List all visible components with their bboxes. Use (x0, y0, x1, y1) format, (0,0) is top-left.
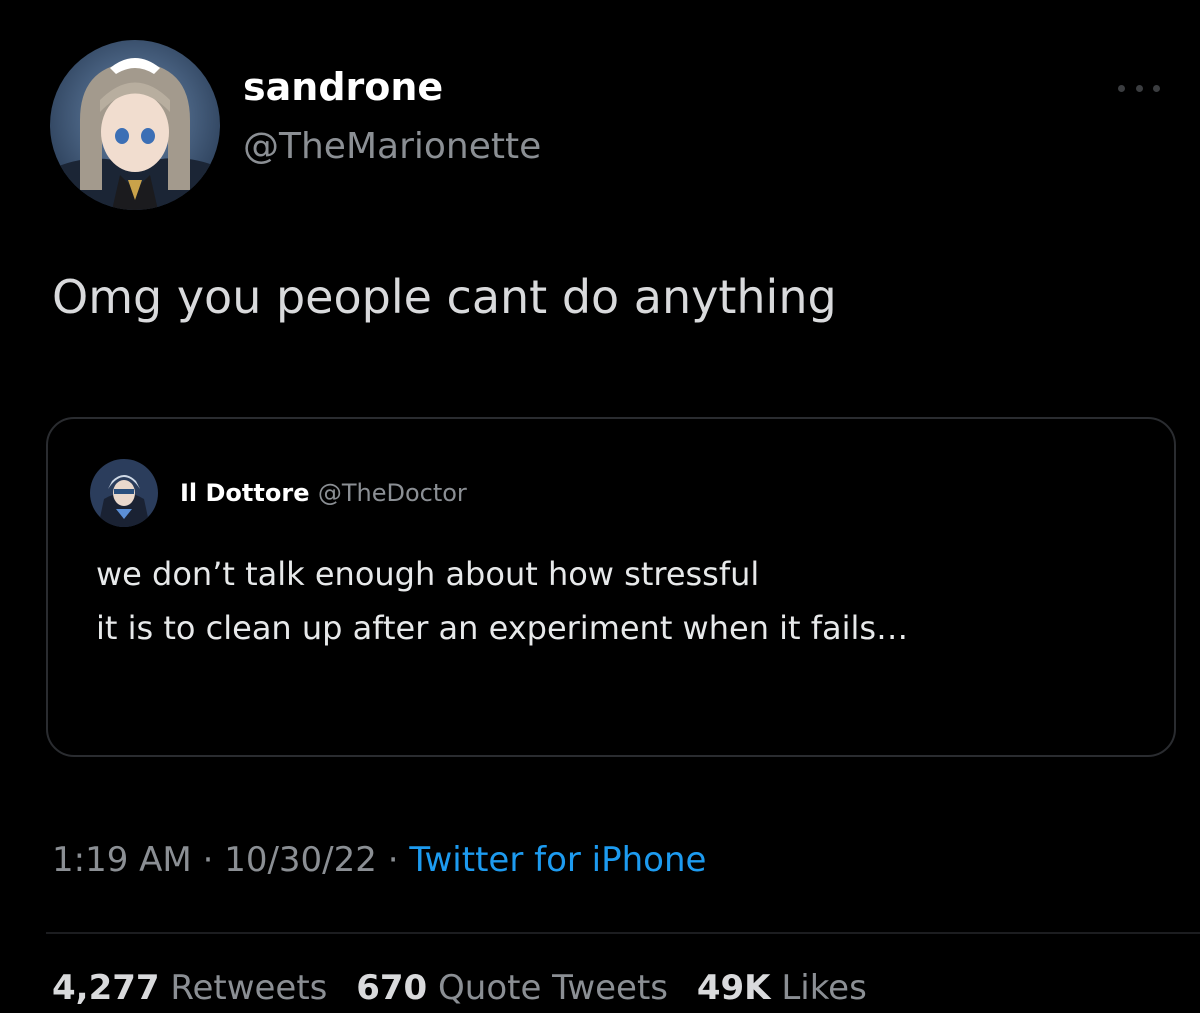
tweet-text: Omg you people cant do anything (52, 270, 837, 324)
divider (46, 932, 1200, 934)
dot-icon (1153, 84, 1160, 92)
likes-count: 49K (696, 968, 771, 1008)
tweet-meta: 1:19 AM · 10/30/22 · Twitter for iPhone (52, 840, 706, 880)
quoted-author-name: Il Dottore (180, 479, 310, 507)
dot-icon (1135, 84, 1143, 92)
quoted-tweet[interactable]: Il Dottore @TheDoctor we don’t talk enou… (46, 417, 1176, 757)
tweet-source-link[interactable]: Twitter for iPhone (409, 840, 706, 880)
likes-stat[interactable]: 49K Likes (697, 968, 867, 1008)
quoted-author-avatar[interactable] (90, 459, 158, 527)
quoted-author[interactable]: Il Dottore @TheDoctor (180, 479, 467, 507)
quoted-tweet-text: we don’t talk enough about how stressful… (96, 547, 1156, 655)
author-handle[interactable]: @TheMarionette (243, 126, 541, 167)
dot-icon (1118, 84, 1125, 92)
quoted-author-handle: @TheDoctor (317, 479, 467, 507)
quote-tweets-label: Quote Tweets (438, 968, 669, 1008)
tweet-detail: sandrone @TheMarionette Omg you people c… (0, 0, 1200, 1013)
tweet-stats: 4,277 Retweets 670 Quote Tweets 49K Like… (52, 968, 885, 1008)
meta-separator: · (202, 840, 214, 880)
tweet-date[interactable]: 10/30/22 (224, 840, 377, 880)
author-avatar[interactable] (50, 40, 220, 210)
author-name[interactable]: sandrone (243, 65, 443, 109)
quote-tweets-stat[interactable]: 670 Quote Tweets (356, 968, 679, 1008)
quoted-text-line: it is to clean up after an experiment wh… (96, 609, 909, 647)
meta-separator: · (387, 840, 399, 880)
retweets-label: Retweets (170, 968, 328, 1008)
tweet-time[interactable]: 1:19 AM (52, 840, 192, 880)
retweets-count: 4,277 (52, 968, 160, 1008)
more-options-icon[interactable] (1118, 80, 1160, 96)
likes-label: Likes (781, 968, 867, 1008)
quote-tweets-count: 670 (356, 968, 428, 1008)
quoted-text-line: we don’t talk enough about how stressful (96, 555, 760, 593)
retweets-stat[interactable]: 4,277 Retweets (52, 968, 338, 1008)
